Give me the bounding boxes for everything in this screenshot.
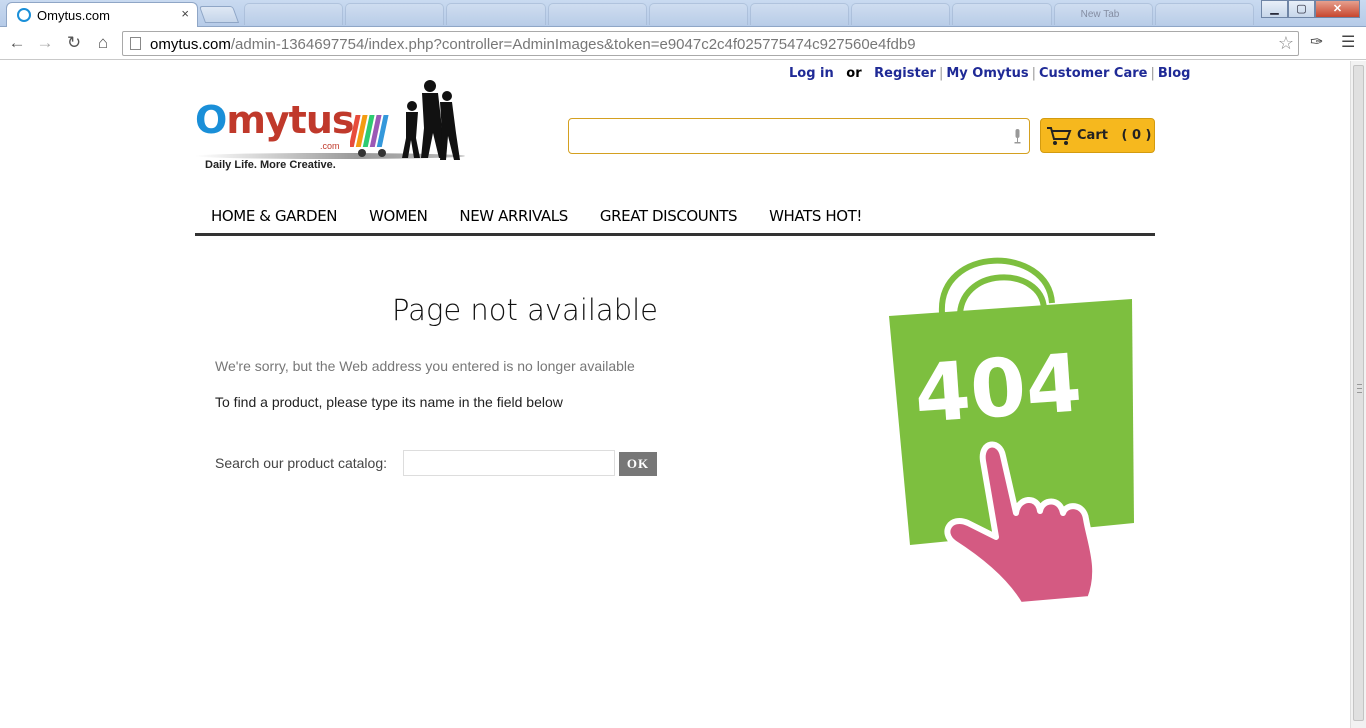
- shopping-family-silhouette-icon: [350, 80, 460, 160]
- scrollbar-thumb[interactable]: [1353, 65, 1364, 721]
- catalog-search-input[interactable]: [403, 450, 615, 476]
- url-text[interactable]: omytus.com/admin-1364697754/index.php?co…: [150, 36, 916, 53]
- omytus-favicon-icon: [17, 8, 31, 22]
- forward-arrow-icon[interactable]: →: [34, 32, 56, 54]
- eyedropper-extension-icon[interactable]: ✑: [1310, 32, 1323, 52]
- background-tab[interactable]: [952, 3, 1052, 25]
- logo-letters: mytus: [226, 98, 354, 142]
- maximize-button[interactable]: ▢: [1288, 0, 1315, 18]
- menu-item-whats-hot[interactable]: WHATS HOT!: [753, 201, 878, 233]
- tab-title: Omytus.com: [37, 8, 110, 23]
- page-scrollbar[interactable]: [1350, 61, 1366, 728]
- back-arrow-icon[interactable]: ←: [6, 32, 28, 54]
- main-menu: HOME & GARDEN WOMEN NEW ARRIVALS GREAT D…: [195, 201, 1155, 236]
- browser-toolbar: ← → ↻ ⌂ omytus.com/admin-1364697754/inde…: [0, 27, 1366, 60]
- shopping-cart-icon: [1047, 127, 1072, 145]
- logo-letter-o: O: [195, 98, 227, 142]
- blog-link[interactable]: Blog: [1158, 66, 1191, 81]
- reload-icon[interactable]: ↻: [63, 32, 85, 54]
- new-tab-button[interactable]: [198, 6, 240, 23]
- error-message: We're sorry, but the Web address you ent…: [215, 358, 635, 374]
- window-controls: ▁ ▢ ✕: [1261, 0, 1360, 18]
- login-link[interactable]: Log in: [789, 66, 834, 81]
- address-bar[interactable]: omytus.com/admin-1364697754/index.php?co…: [122, 31, 1299, 56]
- catalog-search-label: Search our product catalog:: [215, 455, 387, 471]
- microphone-icon[interactable]: [1014, 129, 1021, 144]
- background-tab[interactable]: New Tab: [1053, 3, 1153, 25]
- background-tab[interactable]: [446, 3, 546, 25]
- link-divider: |: [1150, 66, 1155, 81]
- customer-care-link[interactable]: Customer Care: [1039, 66, 1148, 81]
- menu-icon[interactable]: ☰: [1341, 32, 1355, 52]
- logo-dotcom: .com: [320, 141, 340, 151]
- my-account-link[interactable]: My Omytus: [946, 66, 1028, 81]
- browser-tab-strip: Omytus.com × New Tab ▁ ▢ ✕: [0, 0, 1366, 28]
- link-divider: |: [1031, 66, 1036, 81]
- url-path: /admin-1364697754/index.php?controller=A…: [230, 36, 916, 53]
- background-tab[interactable]: [750, 3, 850, 25]
- logo-wordmark: Omytus: [195, 98, 355, 142]
- url-host: omytus.com: [150, 36, 231, 53]
- background-tab[interactable]: [244, 3, 344, 25]
- or-text: or: [846, 66, 862, 81]
- bookmark-star-icon[interactable]: ☆: [1278, 33, 1294, 54]
- background-tab[interactable]: [345, 3, 445, 25]
- browser-tab-active[interactable]: Omytus.com ×: [6, 2, 198, 28]
- 404-code: 404: [912, 336, 1085, 440]
- scrollbar-grip: [1357, 384, 1362, 393]
- background-tab[interactable]: [851, 3, 951, 25]
- menu-item-home-garden[interactable]: HOME & GARDEN: [195, 201, 353, 233]
- page-icon: [130, 37, 141, 50]
- minimize-button[interactable]: ▁: [1261, 0, 1288, 18]
- close-window-button[interactable]: ✕: [1315, 0, 1360, 18]
- menu-item-new-arrivals[interactable]: NEW ARRIVALS: [443, 201, 583, 233]
- ok-button[interactable]: OK: [619, 452, 657, 476]
- background-tabs: New Tab: [244, 3, 1255, 25]
- menu-item-women[interactable]: WOMEN: [353, 201, 443, 233]
- register-link[interactable]: Register: [874, 66, 936, 81]
- cart-button[interactable]: Cart ( 0 ): [1040, 118, 1155, 153]
- 404-shopping-bag-illustration: 404: [889, 257, 1134, 608]
- error-hint: To find a product, please type its name …: [215, 394, 563, 410]
- link-divider: |: [938, 66, 944, 81]
- tab-close-icon[interactable]: ×: [181, 6, 189, 21]
- menu-item-great-discounts[interactable]: GREAT DISCOUNTS: [584, 201, 753, 233]
- site-search-input[interactable]: [568, 118, 1030, 154]
- page-title: Page not available: [391, 293, 659, 327]
- background-tab[interactable]: [1154, 3, 1255, 25]
- background-tab[interactable]: [547, 3, 647, 25]
- background-tab[interactable]: [648, 3, 749, 25]
- logo-tagline: Daily Life. More Creative.: [205, 159, 336, 171]
- header-links: Log in or Register | My Omytus | Customer Ca…: [789, 66, 1190, 81]
- cart-label: Cart ( 0 ): [1077, 128, 1152, 143]
- home-icon[interactable]: ⌂: [92, 32, 114, 54]
- site-logo[interactable]: Omytus .com Daily Life. More Creative.: [195, 78, 467, 174]
- web-page: Log in or Register | My Omytus | Customer Ca…: [0, 61, 1350, 728]
